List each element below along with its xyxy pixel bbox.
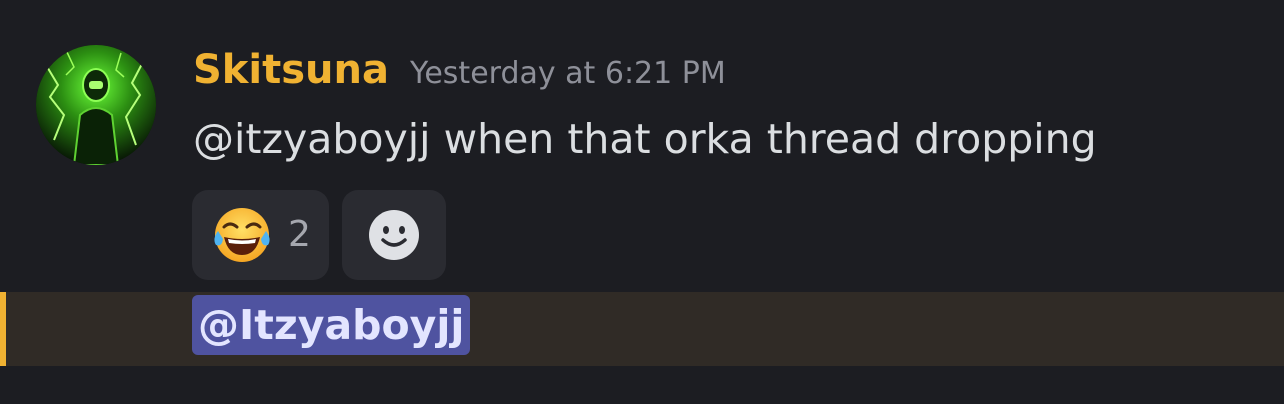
- user-mention[interactable]: @Itzyaboyjj: [192, 295, 471, 355]
- user-avatar[interactable]: [36, 45, 156, 165]
- green-lightning-avatar-icon: [36, 45, 156, 165]
- composer-highlight-row: @Itzyaboyjj: [0, 292, 1284, 366]
- message-timestamp: Yesterday at 6:21 PM: [410, 56, 726, 91]
- mention-accent-bar: [0, 292, 6, 366]
- reaction-count: 2: [288, 214, 311, 255]
- laughing-tears-emoji-icon: [214, 208, 270, 262]
- message-content: @itzyaboyjj when that orka thread droppi…: [193, 115, 1097, 163]
- message-username[interactable]: Skitsuna: [193, 44, 389, 96]
- chat-view: Skitsuna Yesterday at 6:21 PM @itzyaboyj…: [0, 0, 1284, 404]
- reaction-laughing[interactable]: 2: [192, 190, 329, 280]
- add-reaction-button[interactable]: [342, 190, 446, 280]
- smiley-face-icon: [369, 210, 419, 260]
